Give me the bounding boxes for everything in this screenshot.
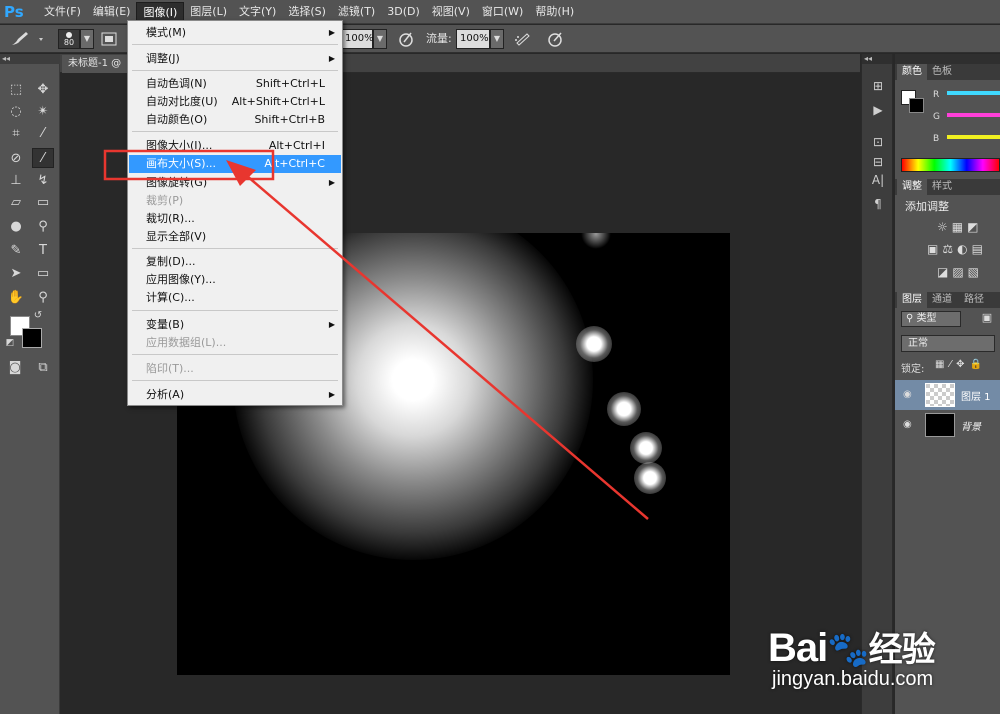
tutorial-annotation: [103, 149, 649, 520]
brand-right: 经验: [868, 631, 936, 669]
photoshop-window: Ps 文件(F) 编辑(E) 图像(I) 图层(L) 文字(Y) 选择(S) 滤…: [0, 0, 1000, 714]
pointer-arrow-line: [239, 169, 649, 520]
watermark-url: jingyan.baidu.com: [772, 668, 934, 690]
baidu-logo-text: Bai🐾经验: [768, 622, 936, 671]
pointer-arrow-head-icon: [226, 160, 256, 186]
brand-left: Bai: [768, 626, 828, 670]
baidu-watermark: Bai🐾经验 jingyan.baidu.com: [768, 608, 988, 708]
paw-icon: 🐾: [827, 631, 869, 669]
